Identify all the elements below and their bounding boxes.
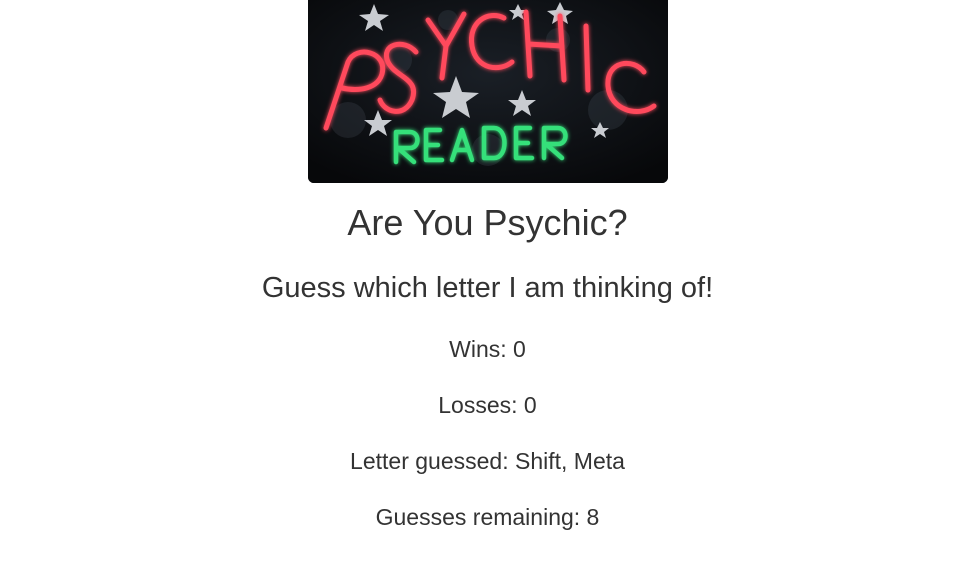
losses-counter: Losses: 0: [438, 392, 537, 418]
page-subtitle: Guess which letter I am thinking of!: [261, 272, 714, 304]
page: Are You Psychic? Guess which letter I am…: [0, 0, 975, 566]
psychic-reader-banner-image: [308, 0, 668, 183]
letters-guessed-list: Letter guessed: Shift, Meta: [350, 448, 625, 474]
guesses-remaining-counter: Guesses remaining: 8: [375, 504, 600, 530]
wins-counter: Wins: 0: [449, 336, 526, 362]
page-title: Are You Psychic?: [347, 202, 628, 243]
